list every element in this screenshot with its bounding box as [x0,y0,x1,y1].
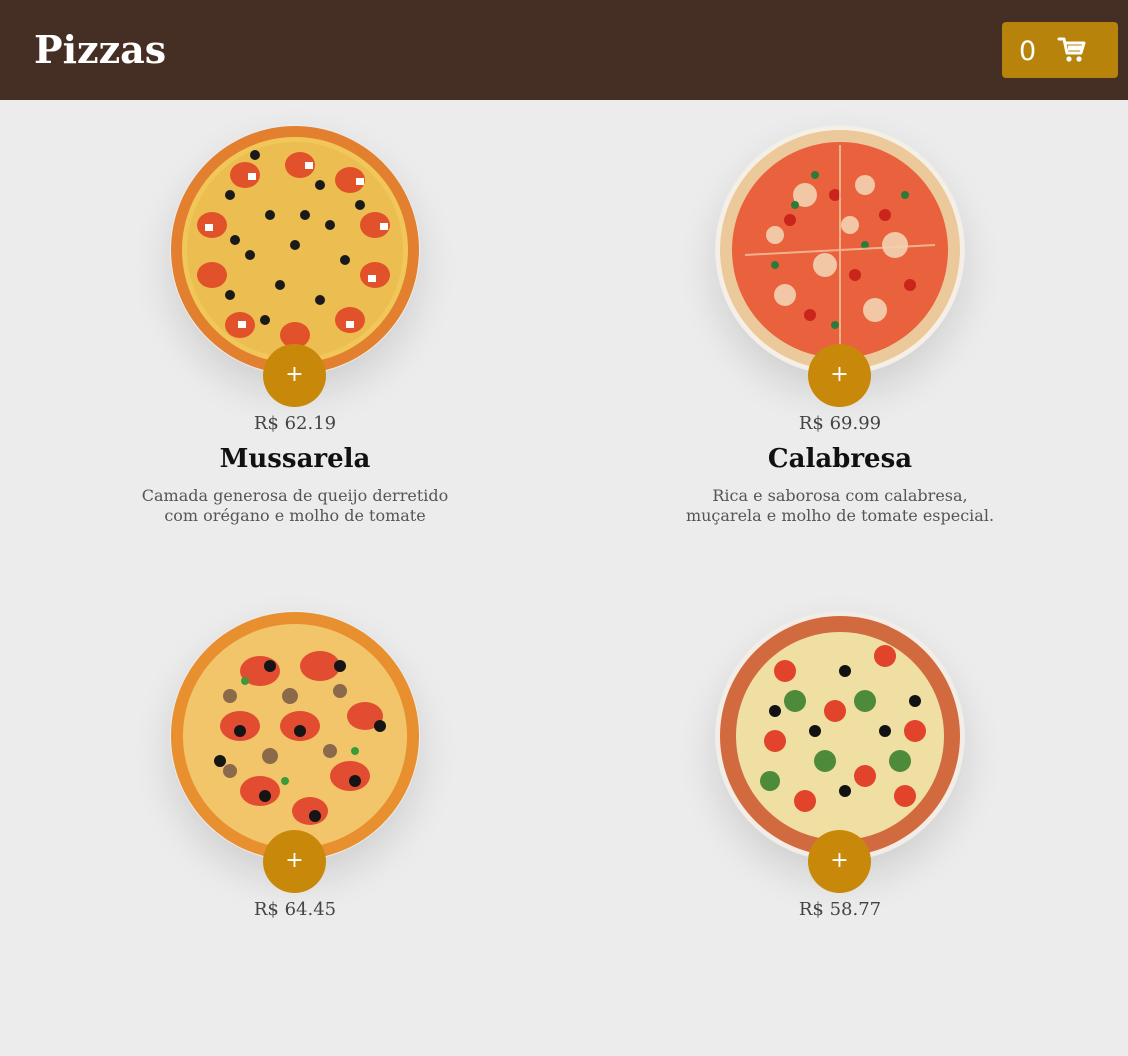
add-to-cart-button[interactable]: + [808,344,871,407]
cart-button[interactable]: 0 [1002,22,1118,78]
pizza-image [170,611,420,861]
pizza-image [170,125,420,375]
pizza-name: Mussarela [219,444,371,474]
shopping-cart-icon [1057,36,1087,64]
cart-count: 0 [1019,36,1037,67]
pizza-card: + R$ 69.99 Calabresa Rica e saborosa com… [670,100,1010,570]
pizza-card: + R$ 62.19 Mussarela Camada generosa de … [125,100,465,570]
top-bar: Pizzas 0 [0,0,1128,100]
pizza-price: R$ 69.99 [798,413,882,434]
pizza-card: + R$ 58.77 [670,586,1010,1056]
pizza-image [715,125,965,375]
pizza-card: + R$ 64.45 [125,586,465,1056]
pizza-description: Rica e saborosa com calabresa, muçarela … [685,486,995,525]
pizza-price: R$ 58.77 [798,899,882,920]
pizza-grid: + R$ 62.19 Mussarela Camada generosa de … [0,100,1128,928]
add-to-cart-button[interactable]: + [263,344,326,407]
add-to-cart-button[interactable]: + [808,830,871,893]
pizza-name: Calabresa [767,444,913,474]
pizza-description: Camada generosa de queijo derretido com … [141,486,449,525]
add-to-cart-button[interactable]: + [263,830,326,893]
pizza-price: R$ 62.19 [253,413,337,434]
pizza-price: R$ 64.45 [253,899,337,920]
page-title: Pizzas [34,27,167,72]
pizza-image [715,611,965,861]
